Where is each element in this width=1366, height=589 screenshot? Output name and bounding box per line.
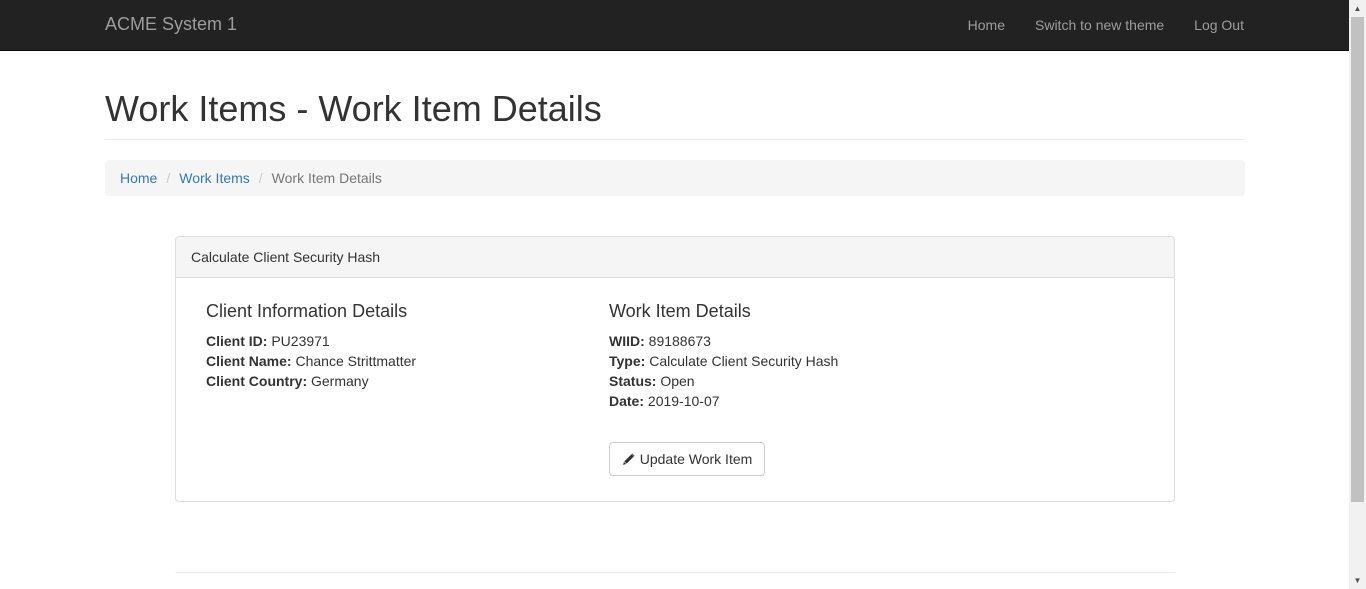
wiid-label: WIID: bbox=[609, 333, 645, 349]
date-field: Date: 2019-10-07 bbox=[609, 391, 838, 411]
work-item-section: Work Item Details WIID: 89188673 Type: C… bbox=[609, 301, 838, 411]
breadcrumb-work-items-link[interactable]: Work Items bbox=[179, 168, 250, 188]
status-value: Open bbox=[660, 373, 695, 389]
update-work-item-button[interactable]: Update Work Item bbox=[609, 442, 765, 476]
work-item-panel: Calculate Client Security Hash Client In… bbox=[175, 236, 1175, 502]
client-name-value: Chance Strittmatter bbox=[295, 353, 417, 369]
scrollbar-thumb[interactable] bbox=[1351, 17, 1364, 502]
navbar: ACME System 1 Home Switch to new theme L… bbox=[0, 0, 1349, 51]
status-field: Status: Open bbox=[609, 371, 838, 391]
wiid-field: WIID: 89188673 bbox=[609, 331, 838, 351]
date-value: 2019-10-07 bbox=[647, 393, 720, 409]
breadcrumb-separator: / bbox=[258, 170, 263, 186]
footer-divider bbox=[175, 572, 1175, 573]
breadcrumb-home-link[interactable]: Home bbox=[120, 168, 157, 188]
breadcrumb-separator: / bbox=[166, 170, 171, 186]
client-name-label: Client Name: bbox=[206, 353, 292, 369]
client-country-value: Germany bbox=[311, 373, 369, 389]
status-label: Status: bbox=[609, 373, 657, 389]
scroll-up-arrow-icon[interactable]: ▲ bbox=[1349, 0, 1366, 17]
brand-link[interactable]: ACME System 1 bbox=[105, 14, 237, 34]
pencil-icon bbox=[622, 452, 635, 466]
client-info-title: Client Information Details bbox=[206, 301, 408, 321]
date-label: Date: bbox=[609, 393, 645, 409]
client-country-label: Client Country: bbox=[206, 373, 308, 389]
client-id-value: PU23971 bbox=[271, 333, 330, 349]
panel-heading: Calculate Client Security Hash bbox=[176, 237, 1174, 278]
client-name-field: Client Name: Chance Strittmatter bbox=[206, 351, 416, 371]
type-value: Calculate Client Security Hash bbox=[649, 353, 839, 369]
breadcrumb: Home / Work Items / Work Item Details bbox=[105, 160, 1245, 196]
client-id-field: Client ID: PU23971 bbox=[206, 331, 416, 351]
title-divider bbox=[105, 139, 1245, 140]
page: ACME System 1 Home Switch to new theme L… bbox=[0, 0, 1349, 589]
client-info-section: Client Information Details Client ID: PU… bbox=[206, 301, 416, 391]
nav-links: Home Switch to new theme Log Out bbox=[953, 0, 1244, 50]
client-country-field: Client Country: Germany bbox=[206, 371, 416, 391]
update-work-item-label: Update Work Item bbox=[639, 451, 753, 467]
type-label: Type: bbox=[609, 353, 646, 369]
scroll-down-arrow-icon[interactable]: ▼ bbox=[1349, 572, 1366, 589]
breadcrumb-current: Work Item Details bbox=[271, 170, 382, 186]
wiid-value: 89188673 bbox=[648, 333, 711, 349]
vertical-scrollbar[interactable]: ▲ ▼ bbox=[1349, 0, 1366, 589]
work-item-title: Work Item Details bbox=[609, 301, 751, 321]
type-field: Type: Calculate Client Security Hash bbox=[609, 351, 838, 371]
page-title: Work Items - Work Item Details bbox=[105, 88, 602, 129]
nav-home-link[interactable]: Home bbox=[953, 0, 1020, 50]
client-id-label: Client ID: bbox=[206, 333, 268, 349]
nav-logout-link[interactable]: Log Out bbox=[1179, 0, 1244, 50]
nav-switch-theme-link[interactable]: Switch to new theme bbox=[1020, 0, 1179, 50]
